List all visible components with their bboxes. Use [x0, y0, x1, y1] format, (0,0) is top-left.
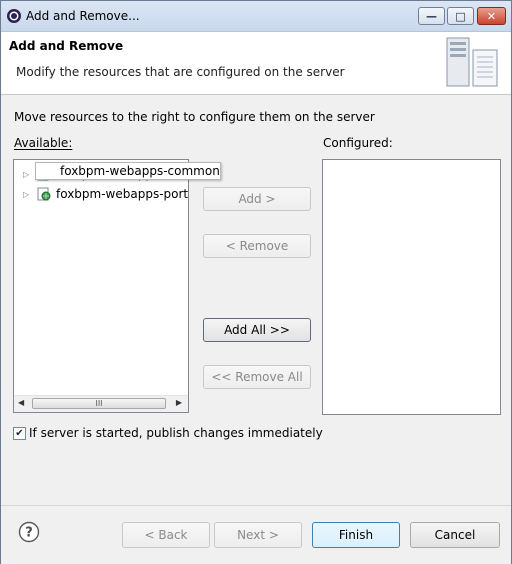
scroll-thumb[interactable]: III	[32, 398, 166, 409]
expand-arrow-icon[interactable]: ▷	[23, 170, 31, 179]
checkmark-icon: ✔	[15, 428, 24, 439]
publish-checkbox-label[interactable]: If server is started, publish changes im…	[29, 426, 323, 440]
next-button[interactable]: Next >	[214, 522, 302, 548]
minimize-button[interactable]: —	[418, 7, 445, 25]
minimize-icon: —	[426, 9, 437, 23]
add-remove-dialog: Add and Remove... — □ ✕ Add and Remove M…	[0, 0, 512, 564]
finish-button[interactable]: Finish	[312, 522, 400, 548]
configured-label-text: Configured:	[323, 136, 393, 150]
scroll-left-icon[interactable]: ◀	[18, 398, 24, 407]
server-icon	[446, 37, 498, 87]
window-title: Add and Remove...	[26, 9, 140, 23]
cancel-button[interactable]: Cancel	[410, 522, 500, 548]
item-tooltip: foxbpm-webapps-common	[35, 162, 221, 180]
dialog-footer: ? < Back Next > Finish Cancel	[1, 505, 511, 564]
maximize-icon: □	[455, 9, 466, 23]
close-icon: ✕	[486, 9, 497, 23]
eclipse-icon	[7, 9, 21, 23]
horizontal-scrollbar[interactable]: ◀ III ▶	[14, 395, 188, 412]
back-button[interactable]: < Back	[122, 522, 210, 548]
list-item[interactable]: ▷ foxbpm-webapps-port	[14, 185, 188, 203]
list-item-label: foxbpm-webapps-port	[56, 187, 189, 201]
tooltip-text: foxbpm-webapps-common	[60, 164, 220, 178]
remove-button[interactable]: < Remove	[203, 234, 311, 258]
available-label-text: Available:	[14, 136, 73, 150]
help-icon[interactable]: ?	[18, 521, 40, 543]
scroll-right-icon[interactable]: ▶	[176, 398, 182, 407]
configured-label: Configured:	[323, 136, 393, 150]
add-all-button[interactable]: Add All >>	[203, 318, 311, 342]
header-description: Modify the resources that are configured…	[16, 65, 345, 79]
svg-text:?: ?	[25, 526, 33, 541]
maximize-button[interactable]: □	[447, 7, 474, 25]
dialog-body: Move resources to the right to configure…	[1, 95, 511, 505]
instruction-text: Move resources to the right to configure…	[14, 110, 375, 124]
scroll-thumb-grip: III	[95, 399, 103, 408]
remove-all-button[interactable]: << Remove All	[203, 365, 311, 389]
add-button[interactable]: Add >	[203, 187, 311, 211]
close-button[interactable]: ✕	[477, 7, 506, 25]
header-title: Add and Remove	[9, 39, 124, 53]
web-project-icon	[37, 187, 51, 201]
expand-arrow-icon[interactable]: ▷	[23, 190, 31, 199]
available-label: Available:	[14, 136, 72, 150]
publish-checkbox[interactable]: ✔	[13, 427, 26, 440]
configured-list[interactable]	[322, 159, 501, 415]
title-bar[interactable]: Add and Remove... — □ ✕	[1, 1, 511, 32]
dialog-header: Add and Remove Modify the resources that…	[1, 32, 511, 95]
available-list[interactable]: ▷ foxbpm-webapps-common ▷ foxbpm-webapps…	[13, 159, 189, 413]
